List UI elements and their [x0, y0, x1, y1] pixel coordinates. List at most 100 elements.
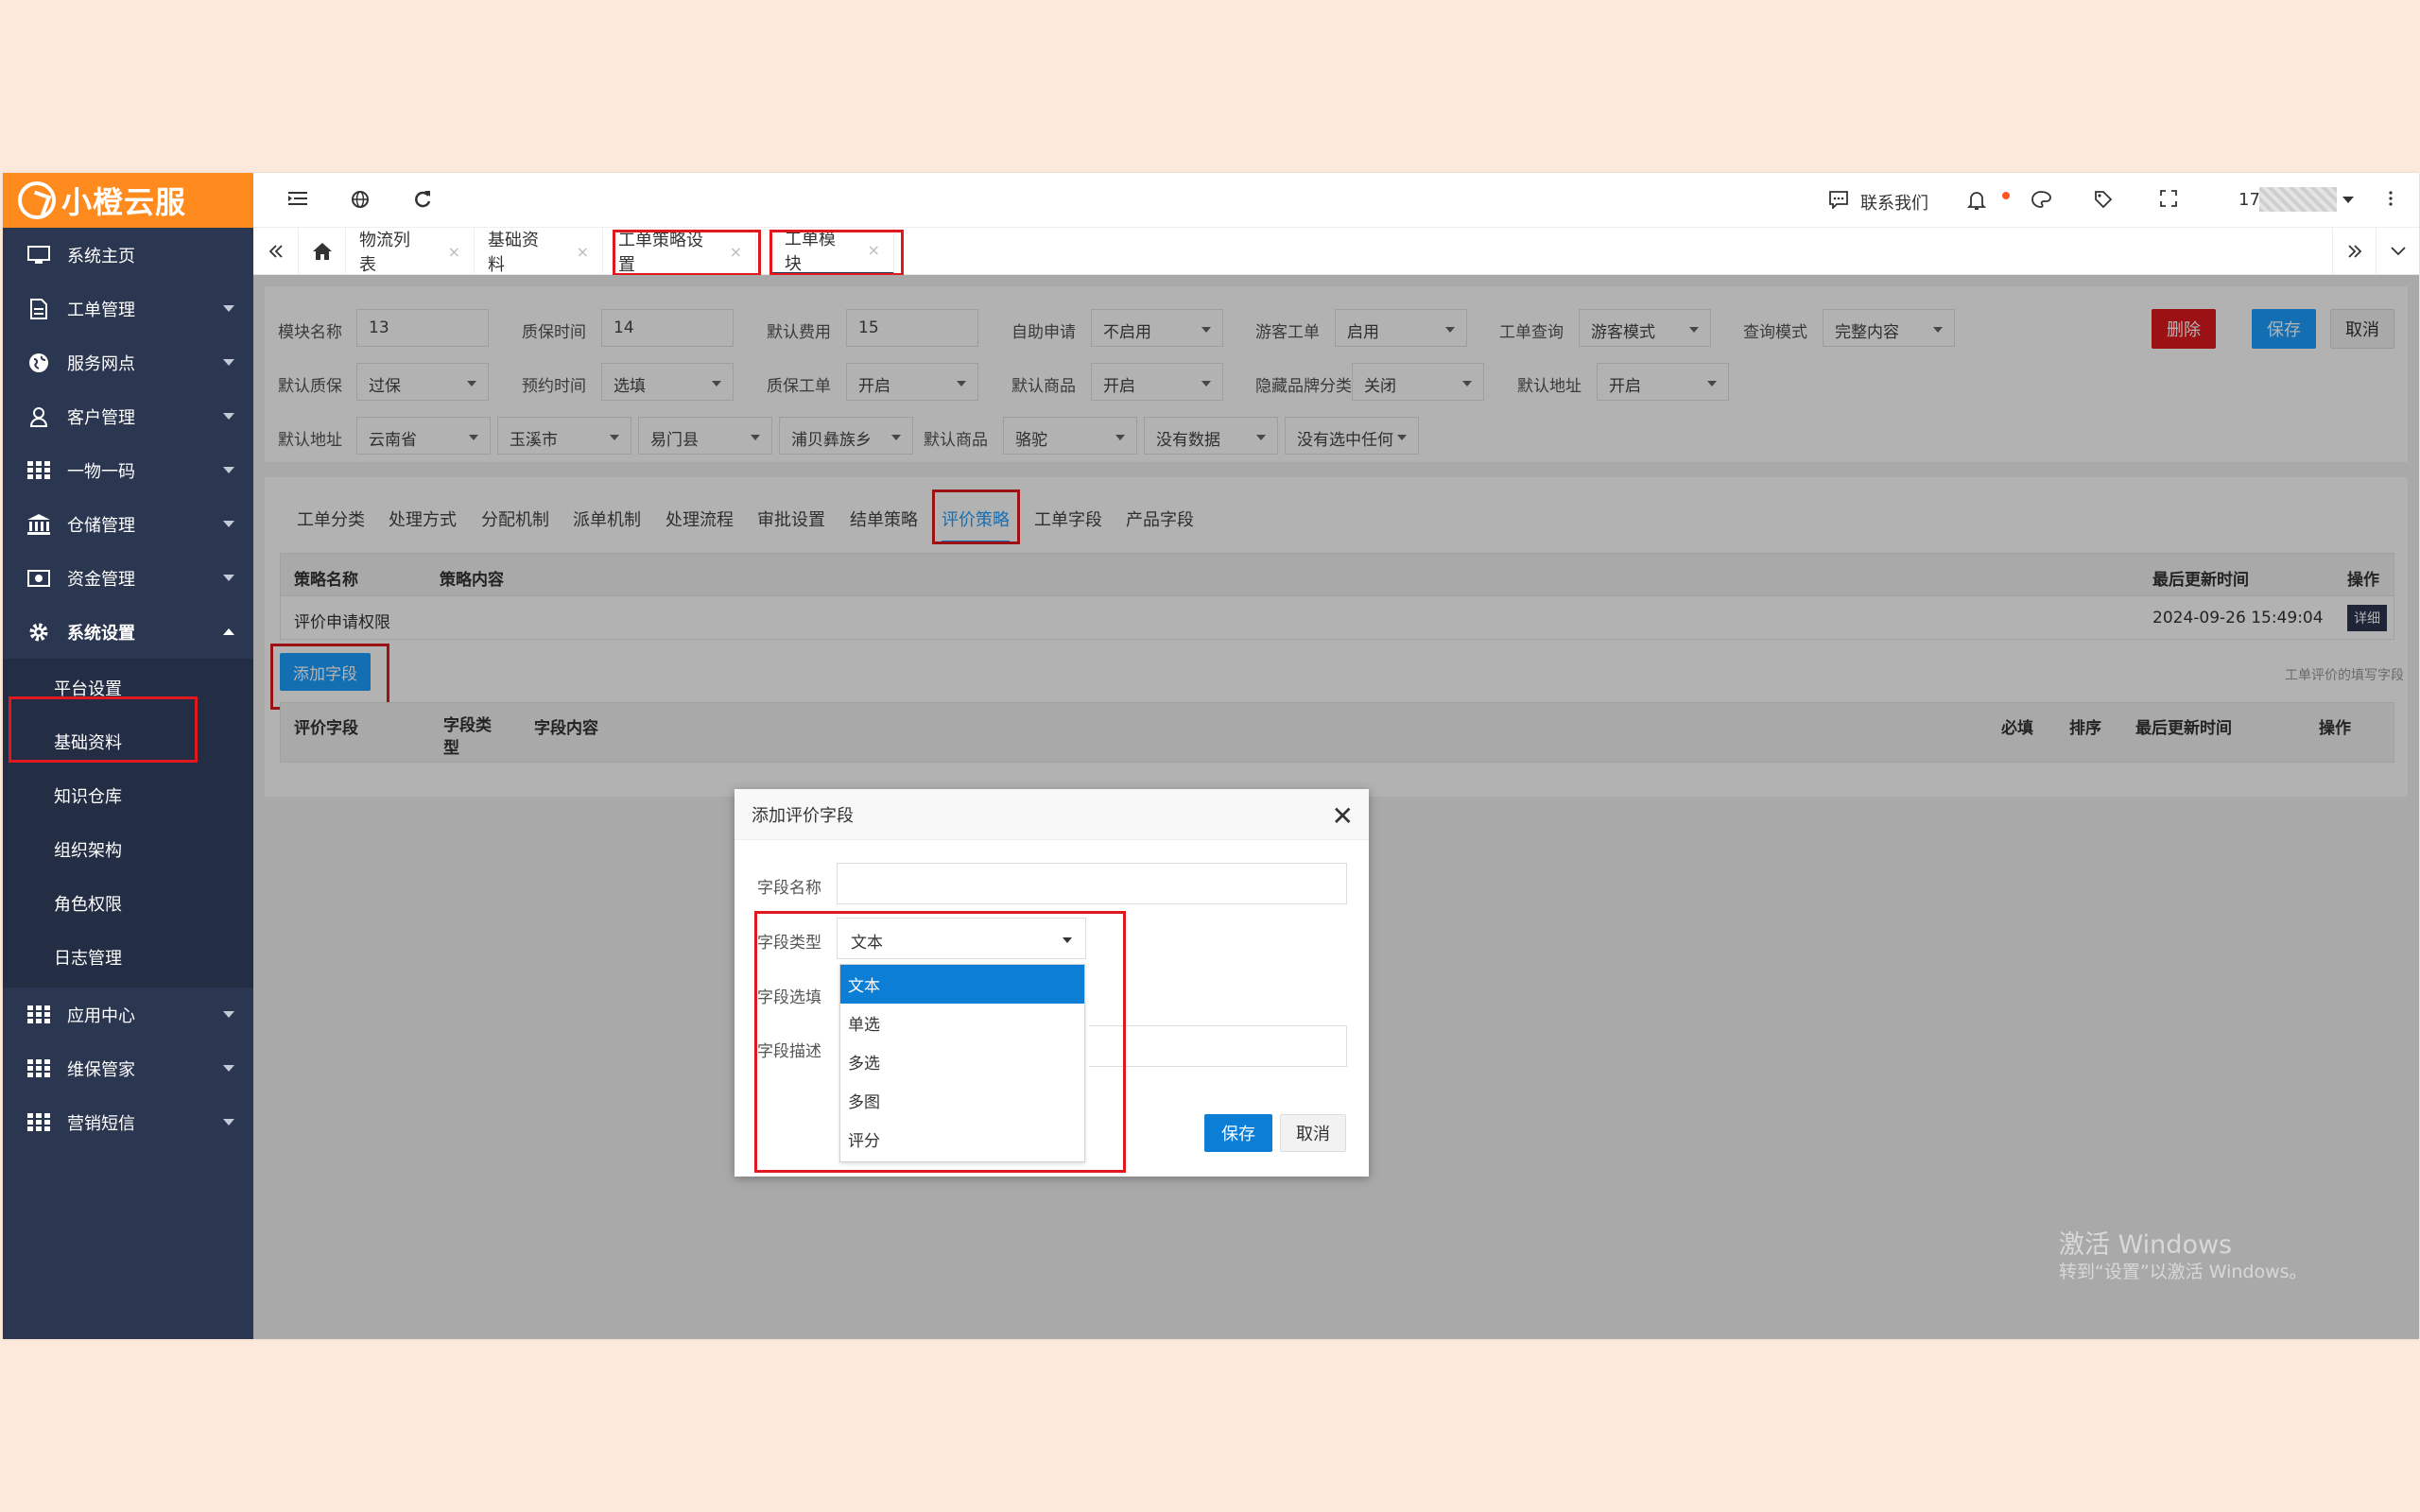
option-single-choice[interactable]: 单选	[840, 1004, 1084, 1042]
field-label: 字段类型	[757, 934, 821, 953]
close-icon[interactable]: ×	[730, 243, 742, 261]
option-text[interactable]: 文本	[840, 965, 1084, 1004]
caret-down-icon	[223, 413, 234, 420]
sidebar-item-apps[interactable]: 应用中心	[3, 988, 253, 1041]
palette-icon[interactable]	[2031, 190, 2051, 211]
sidebar-item-maintenance[interactable]: 维保管家	[3, 1041, 253, 1095]
sidebar-item-home[interactable]: 系统主页	[3, 228, 253, 282]
submenu-item-label: 基础资料	[54, 732, 122, 753]
tabs-bar: 物流列表 × 基础资料 × 工单策略设置 × 工单模块 ×	[253, 228, 2419, 276]
field-type-value: 文本	[851, 934, 883, 953]
submenu-item-platform[interactable]: 平台设置	[3, 661, 253, 714]
submenu-item-label: 组织架构	[54, 840, 122, 861]
submenu-item-org[interactable]: 组织架构	[3, 822, 253, 876]
chat-icon[interactable]	[1828, 190, 1849, 211]
sidebar-item-settings[interactable]: 系统设置	[3, 605, 253, 659]
sidebar: 小橙云服 系统主页 工单管理 服务网点 客户管理 一物一码 仓储管理 资金管理 …	[3, 173, 253, 1339]
sidebar-item-label: 应用中心	[67, 1005, 135, 1026]
sidebar-item-service-points[interactable]: 服务网点	[3, 335, 253, 389]
sidebar-item-label: 系统设置	[67, 623, 135, 644]
scroll-left-icon[interactable]	[253, 228, 299, 275]
field-label: 字段选填	[757, 988, 821, 1007]
tab-label: 基础资料	[488, 231, 539, 275]
submenu-item-logs[interactable]: 日志管理	[3, 930, 253, 984]
add-evaluation-field-dialog: 添加评价字段 ✕ 字段名称 字段类型 文本 字段选填 字段描述 文本 单选 多选…	[735, 789, 1369, 1177]
caret-down-icon[interactable]	[2342, 197, 2354, 203]
scroll-right-icon[interactable]	[2332, 228, 2376, 275]
tab-label: 工单模块	[785, 229, 836, 274]
tab-basic-data[interactable]: 基础资料 ×	[475, 228, 603, 275]
app-window: 小橙云服 系统主页 工单管理 服务网点 客户管理 一物一码 仓储管理 资金管理 …	[3, 173, 2419, 1339]
dialog-header: 添加评价字段 ✕	[735, 789, 1369, 840]
sidebar-item-qrcode[interactable]: 一物一码	[3, 443, 253, 497]
caret-down-icon	[223, 1065, 234, 1072]
dialog-save-button[interactable]: 保存	[1204, 1114, 1272, 1152]
sidebar-item-label: 客户管理	[67, 407, 135, 428]
tab-logistics[interactable]: 物流列表 ×	[346, 228, 475, 275]
submenu-item-roles[interactable]: 角色权限	[3, 876, 253, 930]
sidebar-item-label: 一物一码	[67, 461, 135, 482]
grid-icon	[26, 1004, 52, 1026]
close-icon[interactable]: ×	[577, 243, 589, 261]
watermark-subtitle: 转到“设置”以激活 Windows。	[2059, 1262, 2308, 1282]
brand-logo[interactable]: 小橙云服	[3, 173, 253, 228]
field-type-dropdown: 文本 单选 多选 多图 评分	[839, 964, 1085, 1162]
caret-down-icon	[223, 359, 234, 366]
caret-down-icon	[223, 1119, 234, 1125]
sidebar-item-customers[interactable]: 客户管理	[3, 389, 253, 443]
submenu-item-label: 角色权限	[54, 894, 122, 915]
submenu-item-label: 日志管理	[54, 948, 122, 969]
menu-toggle-icon[interactable]	[287, 190, 308, 211]
sidebar-item-label: 系统主页	[67, 246, 135, 266]
field-name-input[interactable]	[837, 863, 1347, 904]
refresh-icon[interactable]	[412, 190, 433, 211]
grid-icon	[26, 1111, 52, 1134]
field-description-input[interactable]	[1089, 1025, 1347, 1067]
tabs-menu-icon[interactable]	[2376, 228, 2419, 275]
contact-us-link[interactable]: 联系我们	[1860, 190, 1928, 215]
option-multi-choice[interactable]: 多选	[840, 1042, 1084, 1081]
close-icon[interactable]: ×	[868, 241, 880, 259]
monitor-icon	[26, 244, 52, 266]
document-icon	[26, 298, 52, 320]
brand-name: 小橙云服	[61, 184, 187, 220]
bell-icon[interactable]	[1966, 190, 1987, 211]
tab-order-strategy[interactable]: 工单策略设置 ×	[605, 228, 756, 275]
close-icon[interactable]: ✕	[1332, 800, 1354, 832]
user-name[interactable]: 17	[2238, 190, 2260, 210]
caret-down-icon	[223, 305, 234, 312]
topbar: 联系我们 17	[253, 173, 2419, 228]
sidebar-item-label: 维保管家	[67, 1059, 135, 1080]
field-label: 字段名称	[757, 879, 821, 898]
caret-up-icon	[223, 628, 234, 635]
sidebar-item-warehouse[interactable]: 仓储管理	[3, 497, 253, 551]
home-icon[interactable]	[299, 228, 346, 275]
option-rating[interactable]: 评分	[840, 1120, 1084, 1159]
caret-down-icon	[223, 1011, 234, 1018]
field-label: 字段描述	[757, 1042, 821, 1061]
tab-label: 物流列表	[359, 231, 410, 275]
tag-icon[interactable]	[2093, 190, 2114, 211]
fullscreen-icon[interactable]	[2158, 190, 2179, 211]
sidebar-item-sms[interactable]: 营销短信	[3, 1095, 253, 1149]
caret-down-icon	[223, 521, 234, 527]
user-icon	[26, 405, 52, 428]
more-vertical-icon[interactable]	[2380, 190, 2401, 211]
option-multi-image[interactable]: 多图	[840, 1081, 1084, 1120]
dialog-cancel-button[interactable]: 取消	[1280, 1114, 1346, 1152]
sidebar-item-finance[interactable]: 资金管理	[3, 551, 253, 605]
tab-order-module[interactable]: 工单模块 ×	[771, 228, 894, 275]
logo-icon	[18, 181, 56, 219]
sidebar-item-orders[interactable]: 工单管理	[3, 282, 253, 335]
sidebar-item-label: 营销短信	[67, 1113, 135, 1134]
grid-icon	[26, 1057, 52, 1080]
submenu-item-basic-data[interactable]: 基础资料	[3, 714, 253, 768]
settings-submenu: 平台设置 基础资料 知识仓库 组织架构 角色权限 日志管理	[3, 659, 253, 988]
field-type-select[interactable]: 文本	[837, 918, 1086, 959]
caret-down-icon	[223, 575, 234, 581]
globe-icon[interactable]	[350, 190, 371, 211]
submenu-item-knowledge[interactable]: 知识仓库	[3, 768, 253, 822]
close-icon[interactable]: ×	[448, 243, 460, 261]
globe-icon	[26, 352, 52, 374]
user-avatar-redacted	[2259, 187, 2337, 212]
